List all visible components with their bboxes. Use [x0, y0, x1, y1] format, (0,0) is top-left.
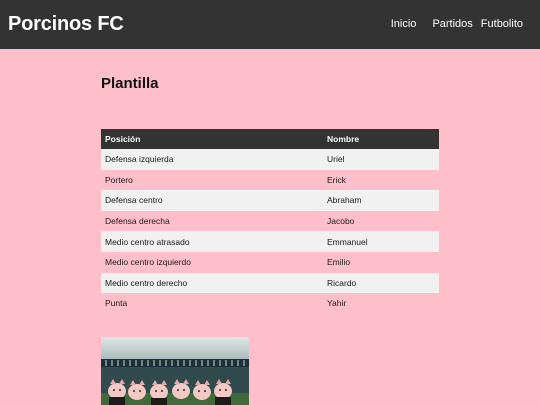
cell-position: Defensa izquierda — [101, 149, 323, 170]
page-title: Plantilla — [101, 75, 159, 92]
cell-name: Ricardo — [323, 272, 439, 294]
top-navbar: Porcinos FC Inicio Partidos Futbolito — [0, 0, 540, 49]
cell-name: Jacobo — [327, 216, 355, 227]
cell-position: Medio centro derecho — [101, 272, 323, 294]
column-header-name: Nombre — [323, 129, 439, 149]
table-row: Medio centro derecho Ricardo — [101, 272, 439, 294]
cell-position: Punta — [105, 298, 128, 309]
nav-link-inicio[interactable]: Inicio — [391, 18, 417, 30]
table-row: Defensa izquierda Uriel — [101, 149, 439, 170]
cell-position: Defensa derecha — [105, 216, 170, 227]
column-header-position: Posición — [101, 129, 323, 149]
cell-name: Abraham — [323, 190, 439, 211]
cell-name: Emilio — [327, 257, 351, 268]
cell-position: Defensa centro — [101, 190, 323, 211]
table-row: Punta Yahir — [101, 293, 439, 314]
cell-name: Emmanuel — [323, 231, 439, 252]
piglets-stadium-image — [101, 337, 249, 405]
cell-name: Yahir — [327, 298, 347, 309]
cell-position: Medio centro izquierdo — [105, 257, 191, 268]
nav-link-futbolito[interactable]: Futbolito — [481, 18, 523, 30]
roster-table: Posición Nombre Defensa izquierda Uriel … — [101, 129, 439, 314]
nav-link-partidos[interactable]: Partidos — [432, 18, 472, 30]
cell-name: Erick — [327, 174, 346, 185]
cell-position: Portero — [105, 174, 133, 185]
table-row: Defensa derecha Jacobo — [101, 211, 439, 232]
table-row: Medio centro atrasado Emmanuel — [101, 231, 439, 252]
cell-position: Medio centro atrasado — [101, 231, 323, 252]
cell-name: Uriel — [323, 149, 439, 170]
site-brand[interactable]: Porcinos FC — [8, 13, 124, 36]
table-row: Medio centro izquierdo Emilio — [101, 252, 439, 273]
team-photo — [101, 337, 249, 405]
main-nav: Inicio Partidos Futbolito — [391, 18, 523, 30]
table-row: Defensa centro Abraham — [101, 190, 439, 211]
table-row: Portero Erick — [101, 170, 439, 191]
table-header-row: Posición Nombre — [101, 129, 439, 149]
